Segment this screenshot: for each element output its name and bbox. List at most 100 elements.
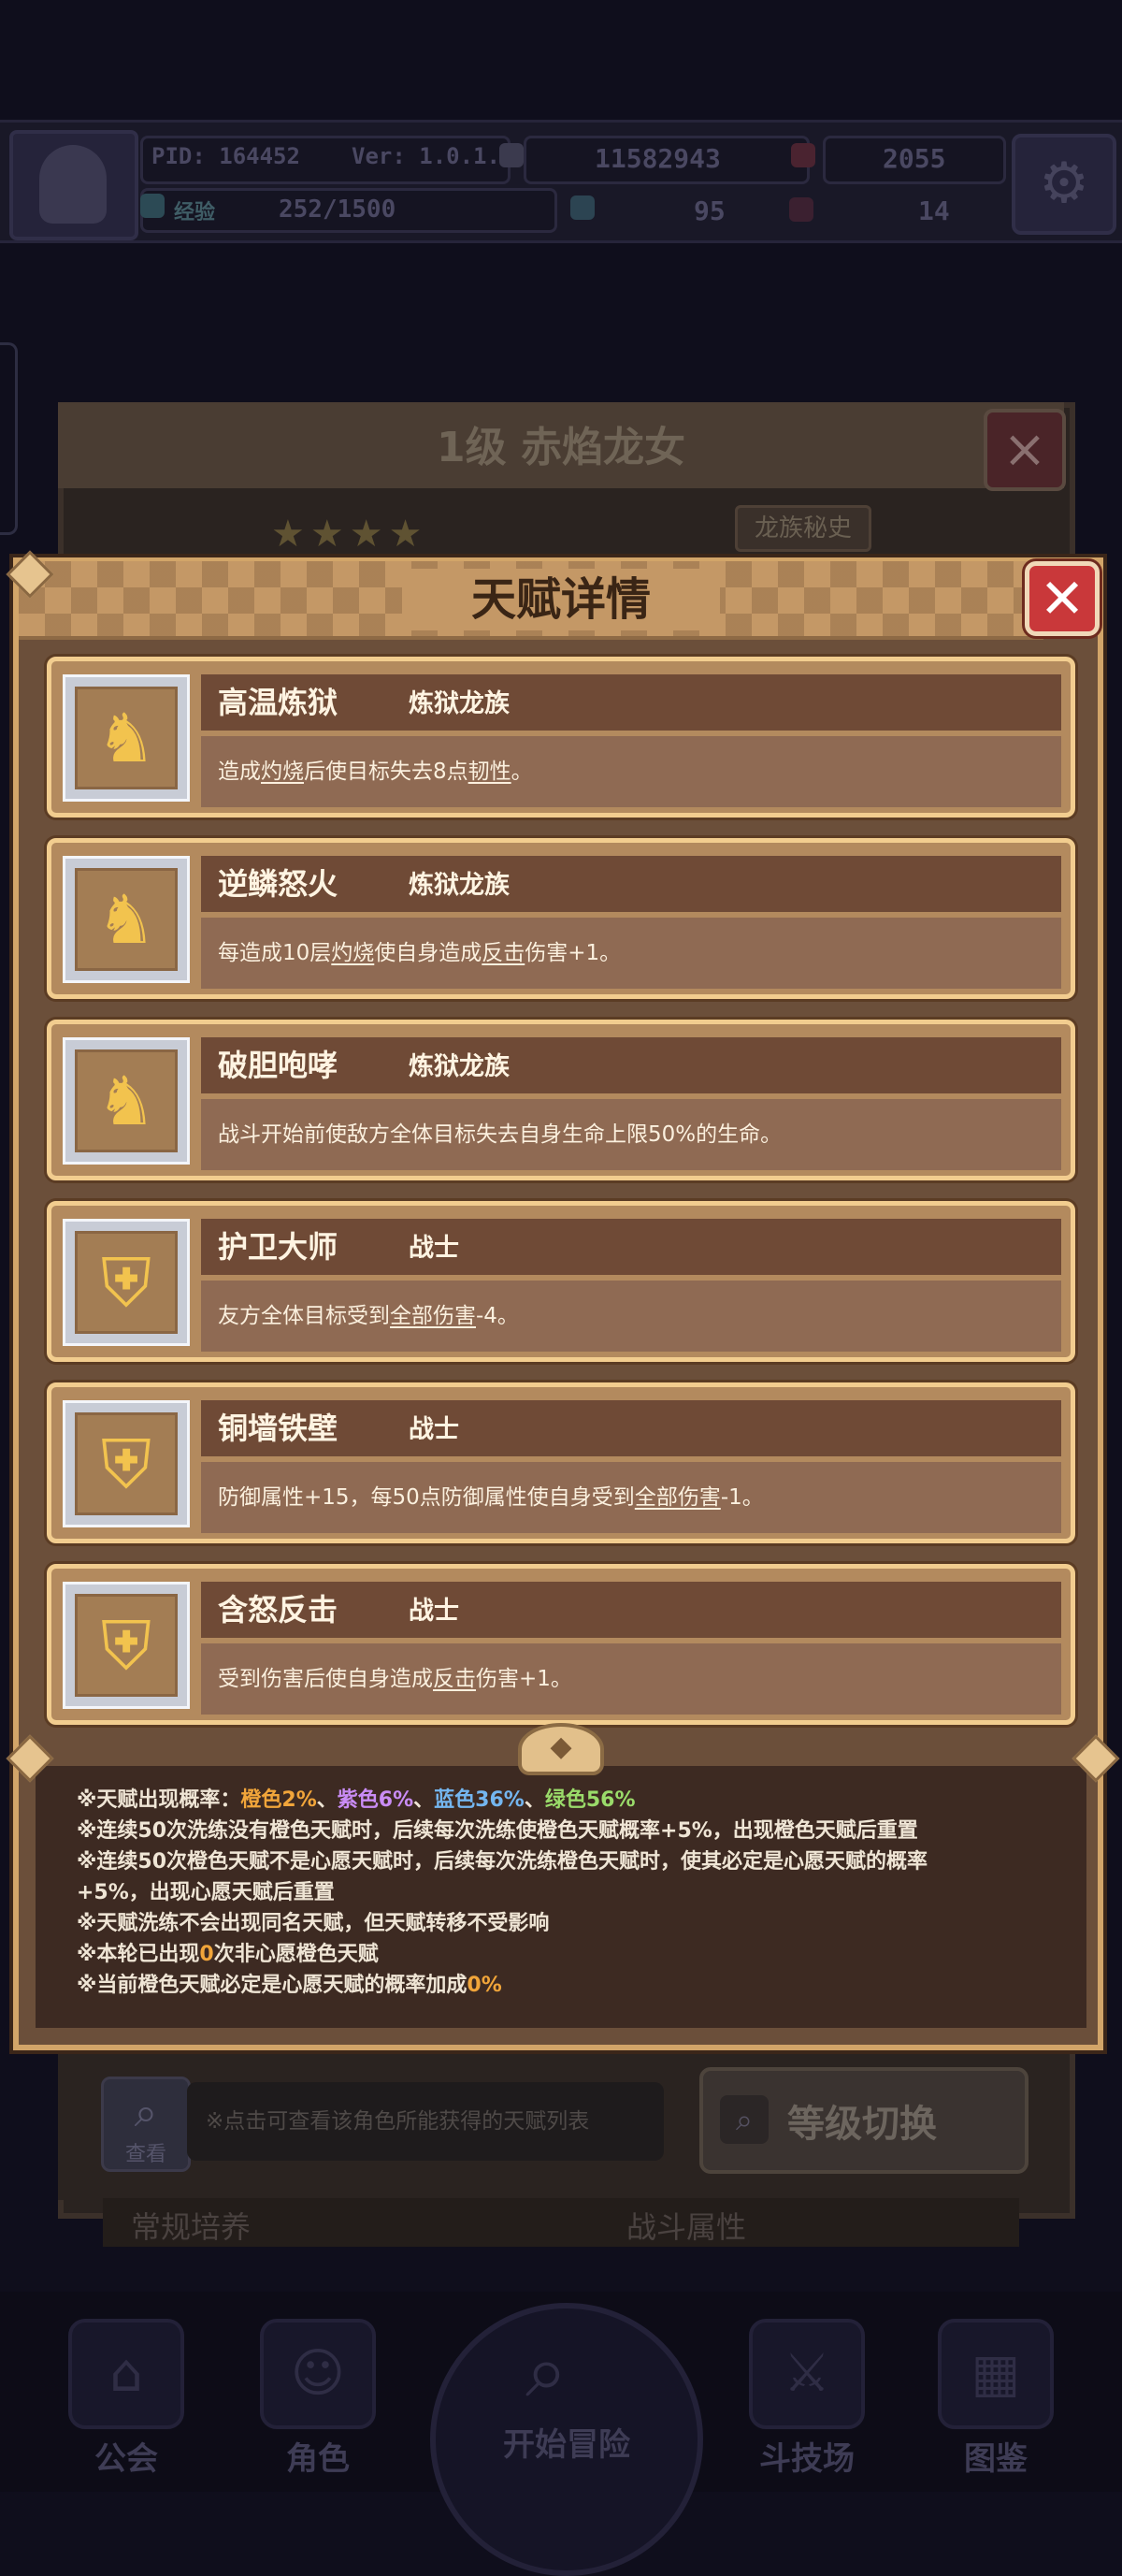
dragon-head-icon: ♞ (95, 699, 157, 777)
desc-text: 后使目标失去8点 (304, 760, 468, 784)
talent-name: 护卫大师 (218, 1229, 338, 1265)
talent-card[interactable]: ⛨ 铜墙铁壁 战士 防御属性+15，每50点防御属性使自身受到全部伤害-1。 (47, 1382, 1075, 1543)
keyword-link[interactable]: 灼烧 (331, 941, 374, 965)
talent-card[interactable]: ♞ 高温炼狱 炼狱龙族 造成灼烧后使目标失去8点韧性。 (47, 657, 1075, 818)
dragon-secret-tab[interactable]: 龙族秘史 (735, 505, 871, 552)
talent-name: 含怒反击 (218, 1592, 338, 1628)
talent-tag: 战士 (409, 1597, 459, 1626)
talent-icon-tile: ♞ (75, 1049, 178, 1152)
coin-icon (499, 143, 524, 167)
keyword-link[interactable]: 韧性 (468, 760, 511, 784)
view-talents-button[interactable]: ⌕ 查看 (101, 2077, 191, 2172)
talent-list-hint: ※点击可查看该角色所能获得的天赋列表 (187, 2082, 664, 2161)
tab-battle-stats[interactable]: 战斗属性 (626, 2204, 746, 2247)
non-wish-count: 0 (199, 1943, 214, 1966)
character-title: 1级 赤焰龙女 (437, 424, 685, 471)
settings-button[interactable]: ⚙ (1012, 134, 1116, 235)
talent-description: 防御属性+15，每50点防御属性使自身受到全部伤害-1。 (218, 1479, 764, 1516)
rate-green: 绿色56% (544, 1788, 636, 1812)
character-panel-close-button[interactable]: × (984, 409, 1066, 491)
desc-text: 造成 (218, 760, 261, 784)
separator: 、 (524, 1788, 545, 1812)
desc-text: -1。 (720, 1485, 764, 1510)
talent-name: 高温炼狱 (218, 685, 338, 720)
info-text: 次非心愿橙色天赋 (213, 1943, 379, 1966)
talent-card[interactable]: ♞ 逆鳞怒火 炼狱龙族 每造成10层灼烧使自身造成反击伤害+1。 (47, 838, 1075, 999)
shield-swords-icon: ⛨ (100, 1243, 151, 1322)
keyword-link[interactable]: 全部伤害 (390, 1304, 476, 1328)
nav-guild[interactable]: ⌂ 公会 (47, 2319, 206, 2479)
desc-text: 伤害+1。 (476, 1667, 572, 1691)
keyword-link[interactable]: 全部伤害 (635, 1485, 721, 1510)
dialog-title: 天赋详情 (470, 573, 651, 626)
info-text: ※当前橙色天赋必定是心愿天赋的概率加成 (77, 1974, 468, 1997)
tab-regular-training[interactable]: 常规培养 (131, 2204, 251, 2247)
talent-name: 逆鳞怒火 (218, 866, 338, 902)
rate-orange: 橙色2% (240, 1788, 317, 1812)
talent-icon-tile: ♞ (75, 868, 178, 971)
desc-text: 使自身造成 (374, 941, 482, 965)
desc-text: 。 (511, 760, 533, 784)
dragon-head-icon: ♞ (95, 1062, 157, 1140)
magnifier-icon: ⌕ (134, 2089, 158, 2136)
talent-description: 友方全体目标受到全部伤害-4。 (218, 1297, 519, 1335)
desc-text: 受到伤害后使自身造成 (218, 1667, 433, 1691)
wish-bonus-rate: 0% (467, 1974, 502, 1997)
talent-description: 受到伤害后使自身造成反击伤害+1。 (218, 1660, 572, 1698)
nav-start-adventure[interactable]: ⌕ 开始冒险 (430, 2303, 703, 2576)
talent-tag: 炼狱龙族 (409, 689, 510, 718)
talent-probability-info: ※天赋出现概率：橙色2%、紫色6%、蓝色36%、绿色56% ※连续50次洗练没有… (36, 1766, 1086, 2028)
info-bonus-line: ※当前橙色天赋必定是心愿天赋的概率加成0% (77, 1970, 1064, 2001)
player-id: PID: 164452 (151, 143, 300, 169)
rate-purple: 紫色6% (337, 1788, 414, 1812)
gem-icon (791, 143, 815, 167)
exp-label: 经验 (174, 201, 216, 224)
gold-amount: 11582943 (595, 143, 721, 174)
level-switch-button[interactable]: ⌕ 等级切换 (699, 2067, 1028, 2174)
talent-icon-frame: ♞ (63, 674, 190, 802)
nav-codex[interactable]: ▦ 图鉴 (916, 2319, 1075, 2479)
nav-arena[interactable]: ⚔ 斗技场 (727, 2319, 886, 2479)
character-tabs-strip: 常规培养 战斗属性 (103, 2198, 1019, 2247)
search-icon: ⌕ (720, 2095, 769, 2144)
talent-icon-frame: ⛨ (63, 1219, 190, 1346)
talent-description: 每造成10层灼烧使自身造成反击伤害+1。 (218, 934, 621, 972)
info-count-line: ※本轮已出现0次非心愿橙色天赋 (77, 1939, 1064, 1970)
info-line: ※天赋洗练不会出现同名天赋，但天赋转移不受影响 (77, 1912, 550, 1935)
adventure-icon: ⌕ (525, 2327, 568, 2414)
talent-name: 破胆咆哮 (218, 1048, 338, 1083)
left-side-tab[interactable] (0, 342, 18, 535)
info-rate-prefix: ※天赋出现概率： (77, 1788, 241, 1812)
codex-icon: ▦ (938, 2319, 1054, 2429)
info-line: ※连续50次橙色天赋不是心愿天赋时，后续每次洗练橙色天赋时，使其必定是心愿天赋的… (77, 1850, 928, 1874)
talent-card[interactable]: ⛨ 护卫大师 战士 友方全体目标受到全部伤害-4。 (47, 1201, 1075, 1362)
talent-icon-tile: ⛨ (75, 1594, 178, 1697)
exp-icon (140, 194, 165, 218)
top-status-bar: PID: 164452 Ver: 1.0.1.8 11582943 2055 经… (0, 120, 1122, 243)
talent-icon-frame: ♞ (63, 856, 190, 983)
guild-icon: ⌂ (68, 2319, 184, 2429)
game-version: Ver: 1.0.1.8 (352, 143, 514, 169)
info-line: ※连续50次洗练没有橙色天赋时，后续每次洗练使橙色天赋概率+5%，出现橙色天赋后… (77, 1819, 918, 1843)
info-text: ※本轮已出现 (77, 1943, 200, 1966)
dragon-head-icon: ♞ (95, 880, 157, 959)
character-icon: ☺ (260, 2319, 376, 2429)
talent-tag: 战士 (409, 1415, 459, 1444)
keyword-link[interactable]: 反击 (482, 941, 525, 965)
dialog-close-button[interactable]: ✕ (1025, 561, 1100, 636)
talent-card[interactable]: ♞ 破胆咆哮 炼狱龙族 战斗开始前使敌方全体目标失去自身生命上限50%的生命。 (47, 1020, 1075, 1180)
nav-character[interactable]: ☺ 角色 (238, 2319, 397, 2479)
gear-part-icon (570, 195, 595, 220)
talent-card[interactable]: ⛨ 含怒反击 战士 受到伤害后使自身造成反击伤害+1。 (47, 1564, 1075, 1725)
divider-ornament-icon: ◆ (518, 1723, 604, 1775)
keyword-link[interactable]: 灼烧 (261, 760, 304, 784)
desc-text: 战斗开始前使敌方全体目标失去自身生命上限50%的生命。 (218, 1122, 783, 1147)
desc-text: 伤害+1。 (525, 941, 622, 965)
separator: 、 (316, 1788, 338, 1812)
nav-character-label: 角色 (286, 2440, 350, 2478)
boot-icon (789, 197, 813, 222)
keyword-link[interactable]: 反击 (433, 1667, 476, 1691)
talent-name: 铜墙铁壁 (218, 1411, 338, 1446)
view-label: 查看 (124, 2143, 166, 2166)
player-avatar[interactable] (9, 130, 138, 240)
